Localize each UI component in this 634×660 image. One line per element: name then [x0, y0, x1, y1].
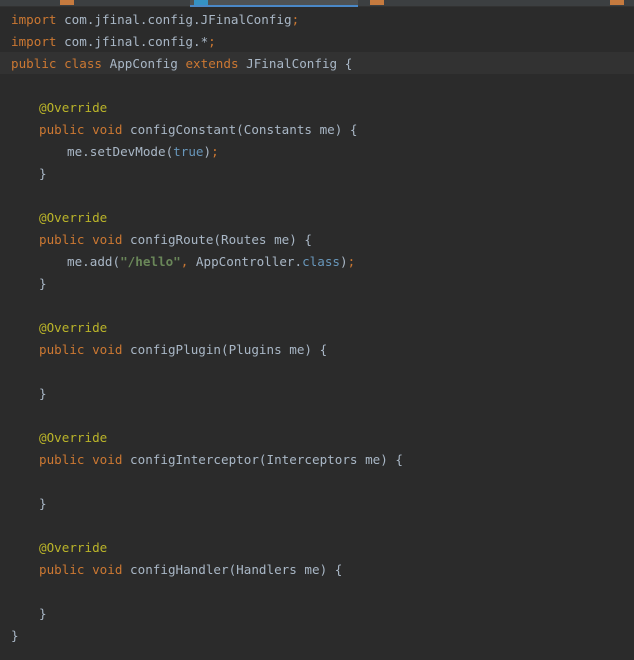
- annotation-line: @Override: [39, 210, 108, 225]
- method-signature: public void configRoute(Routes me) {: [39, 232, 313, 247]
- editor-tab[interactable]: [606, 0, 634, 6]
- method-signature: public void configInterceptor(Intercepto…: [39, 452, 403, 467]
- method-signature: public void configPlugin(Plugins me) {: [39, 342, 328, 357]
- java-class-icon: [610, 0, 624, 5]
- code-editor[interactable]: import com.jfinal.config.JFinalConfig; i…: [0, 7, 634, 660]
- code-line: me.setDevMode(true);: [67, 144, 219, 159]
- closing-brace: }: [39, 606, 47, 621]
- closing-brace: }: [39, 386, 47, 401]
- code-line: import com.jfinal.config.JFinalConfig;: [11, 12, 300, 27]
- java-class-icon: [60, 0, 74, 5]
- closing-brace: }: [39, 496, 47, 511]
- code-line: me.add("/hello", AppController.class);: [67, 254, 356, 269]
- method-signature: public void configHandler(Handlers me) {: [39, 562, 343, 577]
- annotation-line: @Override: [39, 320, 108, 335]
- editor-tab[interactable]: [366, 0, 602, 6]
- java-class-icon: [370, 0, 384, 5]
- method-signature: public void configConstant(Constants me)…: [39, 122, 358, 137]
- code-line: import com.jfinal.config.*;: [11, 34, 216, 49]
- annotation-line: @Override: [39, 100, 108, 115]
- class-closing-brace: }: [11, 628, 19, 643]
- annotation-line: @Override: [39, 430, 108, 445]
- annotation-line: @Override: [39, 540, 108, 555]
- editor-tab[interactable]: [56, 0, 186, 6]
- editor-tab-bar: [0, 0, 634, 7]
- closing-brace: }: [39, 276, 47, 291]
- editor-tab-active[interactable]: [190, 0, 358, 7]
- code-line: public class AppConfig extends JFinalCon…: [11, 56, 353, 71]
- closing-brace: }: [39, 166, 47, 181]
